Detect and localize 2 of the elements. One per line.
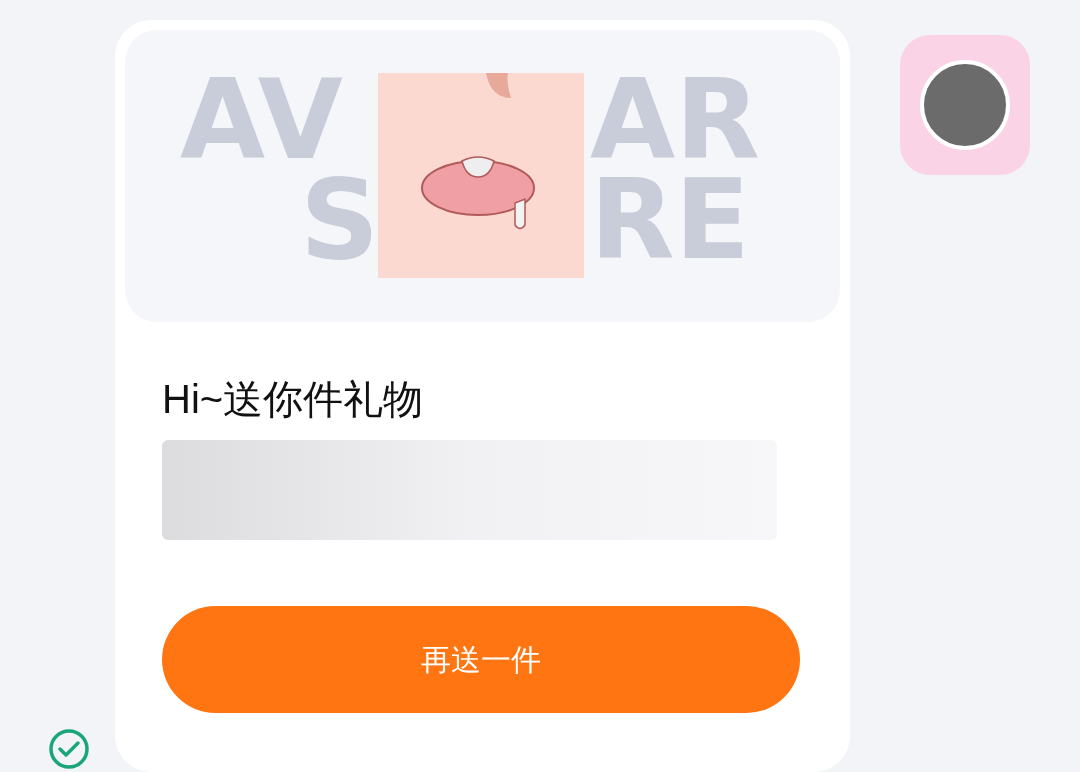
send-another-button[interactable]: 再送一件 [162, 606, 800, 713]
gift-title: Hi~送你件礼物 [162, 376, 425, 423]
